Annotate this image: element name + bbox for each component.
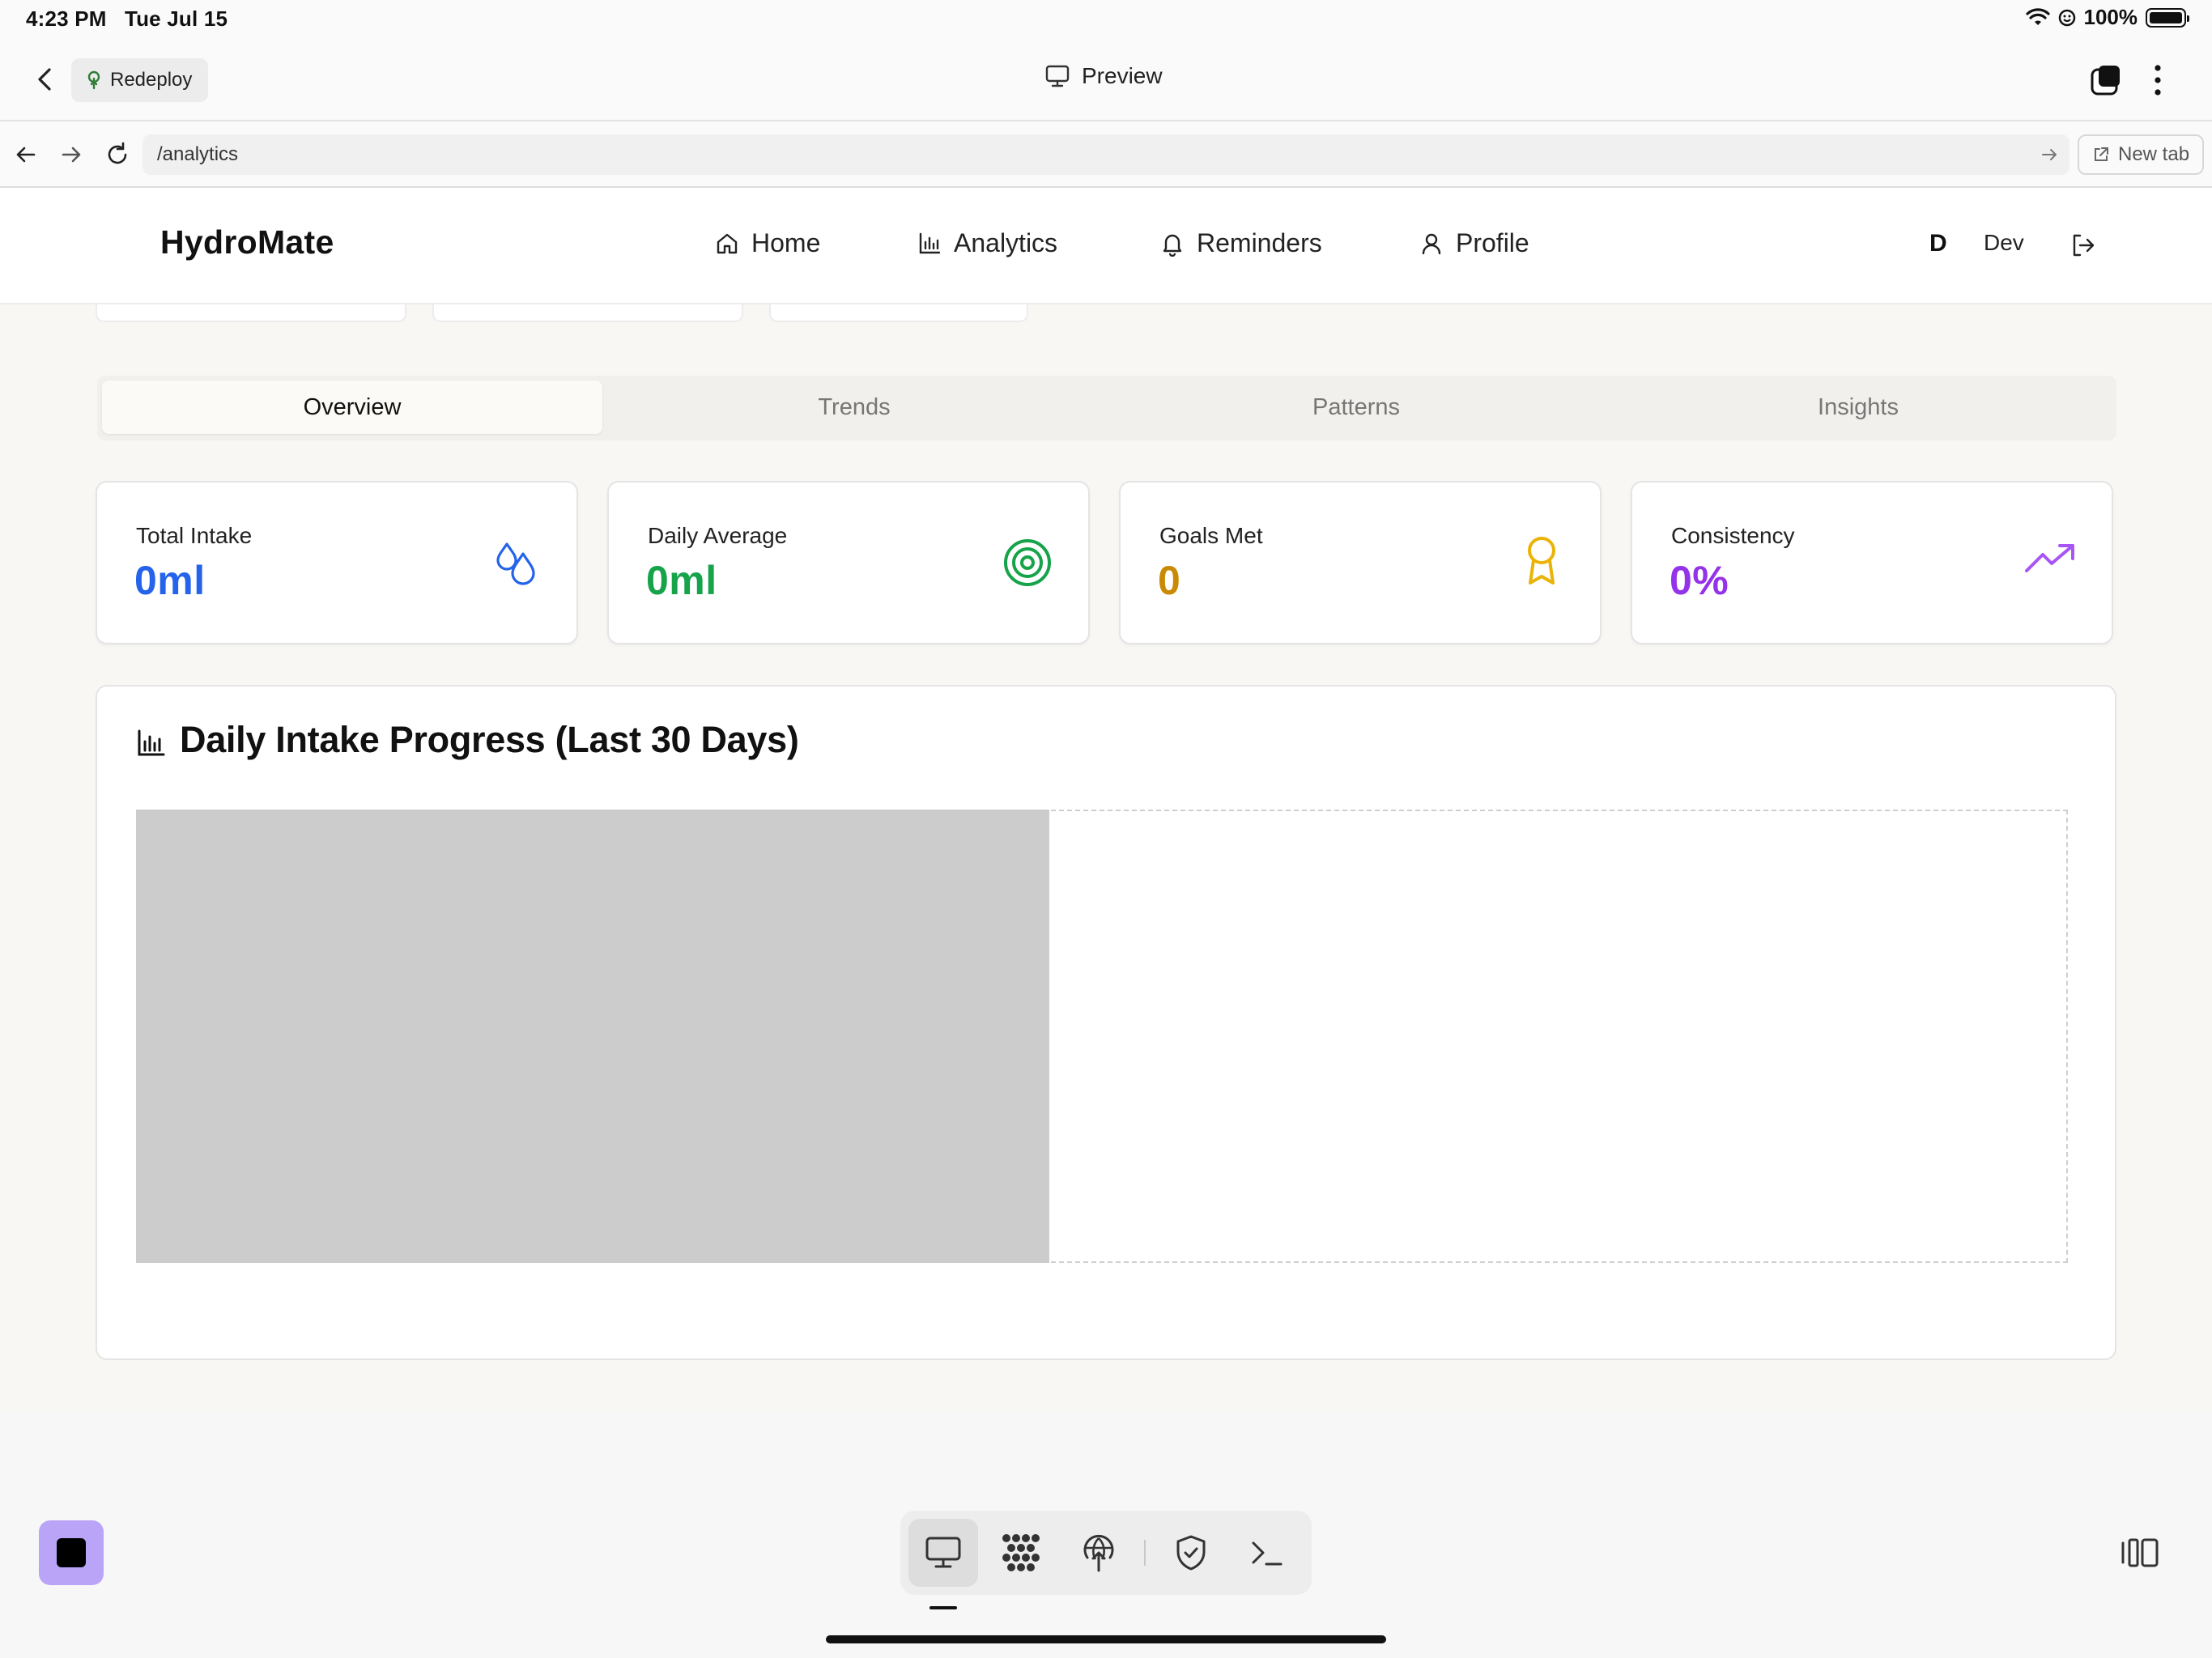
stat-card-total-intake: Total Intake 0ml [96, 481, 578, 644]
status-time: 4:23 PM Tue Jul 15 [26, 6, 228, 32]
tree-icon [86, 70, 102, 90]
preview-title: Preview [1044, 63, 1163, 89]
nav-reminders-label: Reminders [1197, 228, 1322, 257]
home-indicator [826, 1635, 1386, 1643]
url-input[interactable]: /analytics [143, 134, 2069, 175]
redeploy-button[interactable]: Redeploy [71, 58, 209, 102]
browser-back-icon[interactable] [13, 142, 39, 168]
tab-trends[interactable]: Trends [604, 380, 1104, 434]
more-options-icon[interactable] [2149, 62, 2167, 99]
nav-analytics[interactable]: Analytics [917, 228, 1057, 258]
chart-loading-placeholder [136, 810, 1049, 1263]
tab-overview[interactable]: Overview [102, 380, 602, 434]
monitor-icon [1044, 64, 1070, 88]
home-icon [714, 231, 740, 257]
dock-preview[interactable] [908, 1519, 978, 1587]
nav-profile-label: Profile [1456, 228, 1529, 257]
nav-analytics-label: Analytics [954, 228, 1058, 257]
stat-label: Daily Average [648, 523, 788, 548]
browser-forward-icon[interactable] [58, 142, 84, 168]
stat-label: Goals Met [1159, 523, 1263, 548]
tabs-switcher-icon[interactable] [2089, 63, 2123, 97]
bar-chart-icon [136, 729, 165, 758]
terminal-icon [1249, 1537, 1286, 1569]
stat-card-consistency: Consistency 0% [1631, 481, 2113, 644]
redeploy-label: Redeploy [110, 69, 193, 91]
nav-home[interactable]: Home [714, 228, 820, 258]
new-tab-button[interactable]: New tab [2078, 134, 2205, 175]
bell-icon [1159, 231, 1185, 257]
new-tab-label: New tab [2118, 143, 2190, 165]
split-view-icon[interactable] [2120, 1537, 2160, 1569]
stat-value: 0ml [646, 558, 717, 603]
globe-upload-icon [1081, 1533, 1117, 1572]
stat-card-daily-average: Daily Average 0ml [607, 481, 1090, 644]
brand-logo[interactable]: HydroMate [160, 223, 334, 261]
status-clock: 4:23 PM [26, 6, 107, 31]
stat-card-goals-met: Goals Met 0 [1119, 481, 1602, 644]
tab-insights[interactable]: Insights [1608, 380, 2108, 434]
stat-value: 0ml [134, 558, 206, 603]
user-name[interactable]: Dev [1984, 230, 2024, 256]
dock-terminal[interactable] [1232, 1519, 1302, 1587]
back-chevron-icon[interactable] [31, 65, 60, 94]
avatar[interactable]: D [1929, 230, 1947, 257]
battery-icon [2146, 7, 2189, 28]
nav-reminders[interactable]: Reminders [1159, 228, 1322, 258]
status-date: Tue Jul 15 [124, 6, 228, 31]
tab-patterns[interactable]: Patterns [1106, 380, 1606, 434]
stat-label: Consistency [1671, 523, 1795, 548]
stop-button[interactable] [39, 1520, 104, 1585]
wifi-icon [2025, 7, 2050, 28]
dock-security[interactable] [1156, 1519, 1226, 1587]
shield-check-icon [1175, 1534, 1207, 1571]
stat-value: 0 [1158, 558, 1181, 603]
url-text: /analytics [157, 143, 239, 165]
bar-chart-icon [917, 231, 942, 257]
go-arrow-icon[interactable] [2039, 144, 2060, 165]
focus-icon [2058, 9, 2076, 27]
grid-dots-icon [1000, 1532, 1042, 1574]
preview-label: Preview [1082, 63, 1163, 88]
stat-value: 0% [1670, 558, 1729, 603]
target-icon [1002, 538, 1053, 588]
battery-percent: 100% [2083, 5, 2138, 29]
user-icon [1419, 231, 1444, 257]
active-indicator [929, 1606, 957, 1609]
stat-label: Total Intake [136, 523, 253, 548]
chart-title: Daily Intake Progress (Last 30 Days) [180, 719, 799, 760]
dock-deploy[interactable] [1064, 1519, 1134, 1587]
trending-up-icon [2024, 542, 2076, 575]
external-link-icon [2092, 146, 2110, 164]
status-indicators: 100% [2025, 5, 2189, 30]
award-icon [1522, 534, 1561, 588]
monitor-icon [925, 1535, 962, 1571]
droplets-icon [492, 538, 541, 586]
nav-home-label: Home [751, 228, 821, 257]
nav-profile[interactable]: Profile [1419, 228, 1529, 258]
logout-icon[interactable] [2069, 232, 2097, 259]
reload-icon[interactable] [104, 141, 131, 168]
dock-separator [1144, 1540, 1146, 1566]
dock-apps[interactable] [986, 1519, 1056, 1587]
